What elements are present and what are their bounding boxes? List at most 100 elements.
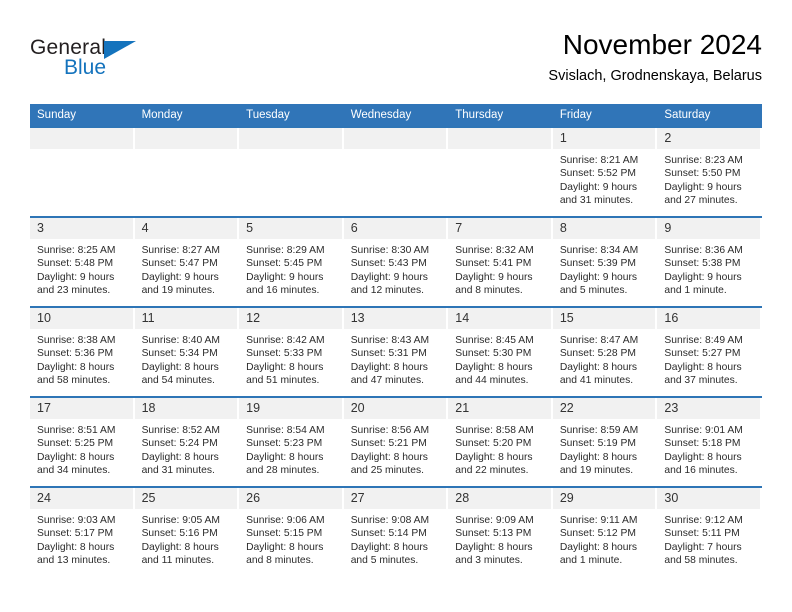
calendar-day-cell[interactable]: 27 Sunrise: 9:08 AM Sunset: 5:14 PM Dayligh… xyxy=(343,486,449,576)
daylight-text-line2: and 54 minutes. xyxy=(141,375,215,387)
calendar-day-cell[interactable]: 16 Sunrise: 8:49 AM Sunset: 5:27 PM Dayligh… xyxy=(657,306,762,397)
daylight-text-line1: Daylight: 8 hours xyxy=(246,361,324,373)
daylight-text-line1: Daylight: 8 hours xyxy=(559,451,638,463)
calendar-day-cell[interactable]: 21 Sunrise: 8:58 AM Sunset: 5:20 PM Dayligh… xyxy=(448,396,553,487)
calendar-day-cell[interactable]: 14 Sunrise: 8:45 AM Sunset: 5:30 PM Dayligh… xyxy=(448,306,553,397)
calendar-day-cell[interactable]: 11 Sunrise: 8:40 AM Sunset: 5:34 PM Dayligh… xyxy=(134,306,240,397)
calendar-day-cell[interactable]: 28 Sunrise: 9:09 AM Sunset: 5:13 PM Dayligh… xyxy=(448,486,553,576)
sunrise-text: Sunrise: 9:06 AM xyxy=(246,515,325,526)
calendar-day-cell[interactable]: 18 Sunrise: 8:52 AM Sunset: 5:24 PM Dayligh… xyxy=(134,396,240,487)
sunset-text: Sunset: 5:41 PM xyxy=(455,258,532,270)
calendar-day-cell[interactable]: 15 Sunrise: 8:47 AM Sunset: 5:28 PM Dayligh… xyxy=(552,306,658,397)
day-details: Sunrise: 8:29 AM Sunset: 5:45 PM Daylight:… xyxy=(239,239,344,298)
calendar-day-cell[interactable]: 23 Sunrise: 9:01 AM Sunset: 5:18 PM Dayligh… xyxy=(657,396,762,487)
daylight-text-line1: Daylight: 8 hours xyxy=(664,361,742,373)
daylight-text-line2: and 28 minutes. xyxy=(246,465,320,477)
daylight-text-line1: Daylight: 9 hours xyxy=(664,181,742,193)
calendar-day-cell[interactable]: 20 Sunrise: 8:56 AM Sunset: 5:21 PM Dayligh… xyxy=(343,396,449,487)
day-number: 23 xyxy=(657,398,762,419)
calendar-day-cell[interactable]: 24 Sunrise: 9:03 AM Sunset: 5:17 PM Dayligh… xyxy=(30,486,135,576)
calendar-day-cell[interactable]: 30 Sunrise: 9:12 AM Sunset: 5:11 PM Dayligh… xyxy=(657,486,762,576)
day-number: 18 xyxy=(134,398,240,419)
sunrise-text: Sunrise: 8:49 AM xyxy=(664,335,743,346)
sunrise-text: Sunrise: 9:11 AM xyxy=(559,515,638,526)
day-number: 27 xyxy=(343,488,449,509)
daylight-text-line1: Daylight: 9 hours xyxy=(559,271,638,283)
calendar-day-cell-empty xyxy=(448,126,553,217)
day-details: Sunrise: 8:36 AM Sunset: 5:38 PM Daylight:… xyxy=(657,239,762,298)
sunset-text: Sunset: 5:39 PM xyxy=(559,258,636,270)
calendar-day-cell-empty xyxy=(30,126,135,217)
weekday-header-tuesday: Tuesday xyxy=(239,104,344,127)
calendar-day-cell[interactable]: 12 Sunrise: 8:42 AM Sunset: 5:33 PM Dayligh… xyxy=(239,306,344,397)
day-number: 10 xyxy=(30,308,135,329)
daylight-text-line1: Daylight: 8 hours xyxy=(559,361,638,373)
calendar-day-cell[interactable]: 3 Sunrise: 8:25 AM Sunset: 5:48 PM Daylight… xyxy=(30,216,135,307)
sunset-text: Sunset: 5:52 PM xyxy=(559,168,636,180)
sunrise-text: Sunrise: 8:43 AM xyxy=(350,335,430,346)
daylight-text-line2: and 27 minutes. xyxy=(664,195,738,207)
daylight-text-line2: and 58 minutes. xyxy=(664,555,738,567)
day-details: Sunrise: 8:23 AM Sunset: 5:50 PM Daylight:… xyxy=(657,149,762,208)
daylight-text-line1: Daylight: 8 hours xyxy=(559,541,638,553)
day-details: Sunrise: 9:12 AM Sunset: 5:11 PM Daylight:… xyxy=(657,509,762,568)
calendar-day-cell[interactable]: 19 Sunrise: 8:54 AM Sunset: 5:23 PM Dayligh… xyxy=(239,396,344,487)
day-number xyxy=(239,128,344,149)
sunrise-text: Sunrise: 8:45 AM xyxy=(455,335,534,346)
daylight-text-line2: and 58 minutes. xyxy=(37,375,111,387)
day-number: 8 xyxy=(552,218,658,239)
daylight-text-line1: Daylight: 8 hours xyxy=(37,361,115,373)
day-details: Sunrise: 8:27 AM Sunset: 5:47 PM Daylight:… xyxy=(135,239,240,298)
daylight-text-line2: and 37 minutes. xyxy=(664,375,738,387)
sunset-text: Sunset: 5:20 PM xyxy=(455,438,532,450)
sunset-text: Sunset: 5:25 PM xyxy=(37,438,114,450)
generalblue-logo[interactable]: General Blue xyxy=(30,36,160,82)
calendar-day-cell[interactable]: 1 Sunrise: 8:21 AM Sunset: 5:52 PM Daylight… xyxy=(552,126,658,217)
logo-triangle-icon xyxy=(104,41,136,59)
day-details: Sunrise: 8:47 AM Sunset: 5:28 PM Daylight:… xyxy=(553,329,658,388)
day-details xyxy=(135,149,240,155)
day-details xyxy=(344,149,449,155)
sunrise-text: Sunrise: 8:29 AM xyxy=(246,245,325,256)
sunset-text: Sunset: 5:50 PM xyxy=(664,168,741,180)
calendar-day-cell[interactable]: 6 Sunrise: 8:30 AM Sunset: 5:43 PM Daylight… xyxy=(343,216,449,307)
sunrise-text: Sunrise: 8:59 AM xyxy=(559,425,639,436)
calendar-day-cell[interactable]: 5 Sunrise: 8:29 AM Sunset: 5:45 PM Daylight… xyxy=(239,216,344,307)
day-details xyxy=(239,149,344,155)
sunset-text: Sunset: 5:16 PM xyxy=(141,528,218,540)
calendar-day-cell[interactable]: 4 Sunrise: 8:27 AM Sunset: 5:47 PM Daylight… xyxy=(134,216,240,307)
calendar-day-cell-empty xyxy=(134,126,240,217)
sunrise-text: Sunrise: 9:03 AM xyxy=(37,515,116,526)
sunset-text: Sunset: 5:34 PM xyxy=(141,348,218,360)
sunset-text: Sunset: 5:33 PM xyxy=(246,348,323,360)
calendar-day-cell[interactable]: 13 Sunrise: 8:43 AM Sunset: 5:31 PM Dayligh… xyxy=(343,306,449,397)
daylight-text-line2: and 8 minutes. xyxy=(246,555,314,567)
sunrise-text: Sunrise: 9:05 AM xyxy=(141,515,220,526)
daylight-text-line1: Daylight: 8 hours xyxy=(246,451,324,463)
calendar-day-cell[interactable]: 2 Sunrise: 8:23 AM Sunset: 5:50 PM Daylight… xyxy=(657,126,762,217)
sunset-text: Sunset: 5:21 PM xyxy=(350,438,427,450)
daylight-text-line1: Daylight: 8 hours xyxy=(455,361,533,373)
calendar-page: General Blue November 2024 Svislach, Gro… xyxy=(0,0,792,612)
calendar-day-cell[interactable]: 29 Sunrise: 9:11 AM Sunset: 5:12 PM Dayligh… xyxy=(552,486,658,576)
sunset-text: Sunset: 5:43 PM xyxy=(350,258,427,270)
calendar-day-cell[interactable]: 9 Sunrise: 8:36 AM Sunset: 5:38 PM Daylight… xyxy=(657,216,762,307)
calendar-week-row: 17 Sunrise: 8:51 AM Sunset: 5:25 PM Dayligh… xyxy=(30,396,762,487)
calendar-day-cell[interactable]: 22 Sunrise: 8:59 AM Sunset: 5:19 PM Dayligh… xyxy=(552,396,658,487)
calendar-day-cell[interactable]: 25 Sunrise: 9:05 AM Sunset: 5:16 PM Dayligh… xyxy=(134,486,240,576)
sunrise-text: Sunrise: 9:12 AM xyxy=(664,515,743,526)
sunset-text: Sunset: 5:15 PM xyxy=(246,528,323,540)
calendar-day-cell[interactable]: 8 Sunrise: 8:34 AM Sunset: 5:39 PM Daylight… xyxy=(552,216,658,307)
calendar-day-cell[interactable]: 17 Sunrise: 8:51 AM Sunset: 5:25 PM Dayligh… xyxy=(30,396,135,487)
sunrise-text: Sunrise: 8:56 AM xyxy=(350,425,430,436)
sunrise-text: Sunrise: 8:40 AM xyxy=(141,335,220,346)
calendar-day-cell[interactable]: 26 Sunrise: 9:06 AM Sunset: 5:15 PM Dayligh… xyxy=(239,486,344,576)
weekday-header-saturday: Saturday xyxy=(657,104,762,127)
day-number: 7 xyxy=(448,218,553,239)
daylight-text-line1: Daylight: 8 hours xyxy=(141,541,219,553)
day-number: 3 xyxy=(30,218,135,239)
calendar-day-cell[interactable]: 7 Sunrise: 8:32 AM Sunset: 5:41 PM Daylight… xyxy=(448,216,553,307)
calendar-week-row: 10 Sunrise: 8:38 AM Sunset: 5:36 PM Dayligh… xyxy=(30,306,762,397)
calendar-week-row: 24 Sunrise: 9:03 AM Sunset: 5:17 PM Dayligh… xyxy=(30,486,762,576)
calendar-day-cell[interactable]: 10 Sunrise: 8:38 AM Sunset: 5:36 PM Dayligh… xyxy=(30,306,135,397)
